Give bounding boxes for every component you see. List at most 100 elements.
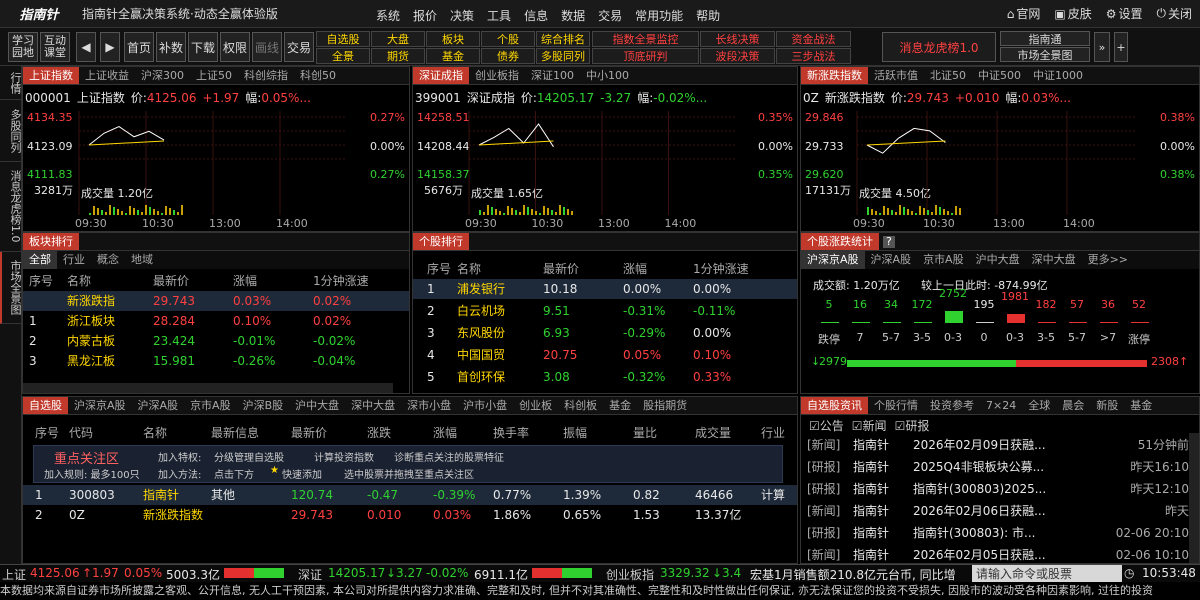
column-header[interactable]: 名称 [67, 271, 91, 291]
menu-common[interactable]: 常用功能 [635, 7, 683, 24]
news-item[interactable]: [新闻] 指南针 2026年02月05日获融... 02-06 10:10 [801, 545, 1189, 565]
updown-tab-sh-large[interactable]: 沪中大盘 [970, 251, 1026, 269]
column-header[interactable]: 代码 [69, 423, 93, 443]
column-header[interactable]: 最新信息 [211, 423, 259, 443]
nav-stock[interactable]: 个股 [481, 31, 535, 47]
watch-tab[interactable]: 沪中大盘 [289, 397, 345, 414]
home-page-button[interactable]: 首页 [124, 32, 154, 62]
sector-tab-all[interactable]: 全部 [23, 251, 57, 269]
table-row[interactable]: 新涨跌指 29.743 0.03% 0.02% [23, 291, 409, 311]
help-icon[interactable]: ? [883, 236, 895, 248]
nav-three-step[interactable]: 三步战法 [776, 48, 851, 64]
sector-tab-region[interactable]: 地域 [125, 251, 159, 269]
updown-tab-sh-sz[interactable]: 沪深A股 [865, 251, 918, 269]
watch-tab[interactable]: 基金 [603, 397, 637, 414]
nav-multi-stock[interactable]: 多股同列 [536, 48, 590, 64]
column-header[interactable]: 行业 [761, 423, 785, 443]
menu-decision[interactable]: 决策 [450, 7, 474, 24]
watch-tab[interactable]: 深中大盘 [345, 397, 401, 414]
draw-line-button[interactable]: 画线 [252, 32, 282, 62]
download-button[interactable]: 下载 [188, 32, 218, 62]
column-header[interactable]: 涨幅 [623, 259, 647, 279]
news-tab[interactable]: 7×24 [980, 397, 1022, 414]
table-row[interactable]: 3 黑龙江板 15.981 -0.26% -0.04% [23, 351, 409, 371]
watch-tab[interactable]: 京市A股 [184, 397, 237, 414]
menu-info[interactable]: 信息 [524, 7, 548, 24]
news-tab[interactable]: 新股 [1090, 397, 1124, 414]
zhinantong-button[interactable]: 指南通 [1000, 31, 1090, 46]
filter-announcement[interactable]: ☑公告 [809, 417, 844, 434]
focus-zone[interactable]: 重点关注区 加入规则: 最多100只 加入特权: 加入方法: 分级管理自选股 计算投资指数… [33, 445, 783, 483]
watch-tab[interactable]: 深市小盘 [401, 397, 457, 414]
column-header[interactable]: 量比 [633, 423, 657, 443]
back-button[interactable]: ◀ [76, 32, 96, 62]
watch-tab[interactable]: 科创板 [558, 397, 603, 414]
column-header[interactable]: 序号 [35, 423, 59, 443]
nav-ranking[interactable]: 综合排名 [536, 31, 590, 47]
updown-title[interactable]: 个股涨跌统计 [801, 233, 879, 250]
sector-title[interactable]: 板块排行 [23, 233, 79, 250]
news-item[interactable]: [研报] 指南针 指南针(300803): 市... 02-06 20:10 [801, 523, 1189, 543]
column-header[interactable]: 换手率 [493, 423, 529, 443]
nav-long-term[interactable]: 长线决策 [700, 31, 775, 47]
nav-capital-tactics[interactable]: 资金战法 [776, 31, 851, 47]
sector-tab-industry[interactable]: 行业 [57, 251, 91, 269]
more-button[interactable]: » [1094, 32, 1110, 62]
cy-label[interactable]: 创业板指 [606, 566, 654, 583]
settings-button[interactable]: ⚙ 设置 [1106, 5, 1143, 22]
close-button[interactable]: ⏻ 关闭 [1156, 5, 1192, 22]
column-header[interactable]: 最新价 [153, 271, 189, 291]
nav-fund[interactable]: 基金 [426, 48, 480, 64]
column-header[interactable]: 成交量 [695, 423, 731, 443]
menu-tools[interactable]: 工具 [487, 7, 511, 24]
watch-tab[interactable]: 沪市小盘 [457, 397, 513, 414]
news-tab[interactable]: 自选股资讯 [801, 397, 868, 414]
menu-help[interactable]: 帮助 [696, 7, 720, 24]
column-header[interactable]: 序号 [29, 271, 53, 291]
rail-multi-stock[interactable]: 多股同列 [0, 100, 22, 162]
command-input[interactable]: 请输入命令或股票 [972, 565, 1122, 582]
stock-rank-title[interactable]: 个股排行 [413, 233, 469, 250]
updown-tab-all[interactable]: 沪深京A股 [801, 251, 865, 269]
watch-tab[interactable]: 创业板 [513, 397, 558, 414]
nav-index[interactable]: 大盘 [371, 31, 425, 47]
table-row[interactable]: 1 浦发银行 10.18 0.00% 0.00% [413, 279, 797, 299]
menu-trade[interactable]: 交易 [598, 7, 622, 24]
table-row[interactable]: 2 内蒙古板 23.424 -0.01% -0.02% [23, 331, 409, 351]
table-row[interactable]: 1 300803 指南针 其他 120.74 -0.47 -0.39% 0.77% 1.39% 0… [23, 485, 797, 505]
watch-tab[interactable]: 沪深京A股 [68, 397, 132, 414]
column-header[interactable]: 涨跌 [367, 423, 391, 443]
rail-market-panorama[interactable]: 市场全景图 [0, 252, 22, 324]
trade-button[interactable]: 交易 [284, 32, 314, 62]
filter-research[interactable]: ☑研报 [895, 417, 930, 434]
nav-futures[interactable]: 期货 [371, 48, 425, 64]
news-tab[interactable]: 基金 [1124, 397, 1158, 414]
nav-sector[interactable]: 板块 [426, 31, 480, 47]
nav-watchlist[interactable]: 自选股 [316, 31, 370, 47]
market-panorama-button[interactable]: 市场全景图 [1000, 47, 1090, 62]
column-header[interactable]: 1分钟涨速 [313, 271, 369, 291]
menu-quote[interactable]: 报价 [413, 7, 437, 24]
nav-bond[interactable]: 债券 [481, 48, 535, 64]
news-tab[interactable]: 个股行情 [868, 397, 924, 414]
nav-overview[interactable]: 全景 [316, 48, 370, 64]
news-tab[interactable]: 投资参考 [924, 397, 980, 414]
column-header[interactable]: 最新价 [543, 259, 579, 279]
column-header[interactable]: 名称 [457, 259, 481, 279]
news-item[interactable]: [新闻] 指南针 2026年02月06日获融... 昨天 [801, 501, 1189, 521]
table-row[interactable]: 1 浙江板块 28.284 0.10% 0.02% [23, 311, 409, 331]
column-header[interactable]: 涨幅 [233, 271, 257, 291]
sector-scrollbar[interactable] [23, 383, 393, 393]
message-ranking-button[interactable]: 消息龙虎榜1.0 [882, 32, 996, 62]
news-ticker[interactable]: 宏基1月销售额210.8亿元台币, 同比增 [750, 566, 970, 583]
updown-tab-sz-large[interactable]: 深中大盘 [1026, 251, 1082, 269]
column-header[interactable]: 名称 [143, 423, 167, 443]
rail-quote[interactable]: 行情 [0, 66, 22, 100]
fill-data-button[interactable]: 补数 [156, 32, 186, 62]
forward-button[interactable]: ▶ [100, 32, 120, 62]
classroom-button[interactable]: 互动 课堂 [40, 32, 70, 62]
table-row[interactable]: 4 中国国贸 20.75 0.05% 0.10% [413, 345, 797, 365]
rail-message-ranking[interactable]: 消息龙虎榜1.0 [0, 162, 22, 252]
menu-data[interactable]: 数据 [561, 7, 585, 24]
news-tab[interactable]: 全球 [1022, 397, 1056, 414]
